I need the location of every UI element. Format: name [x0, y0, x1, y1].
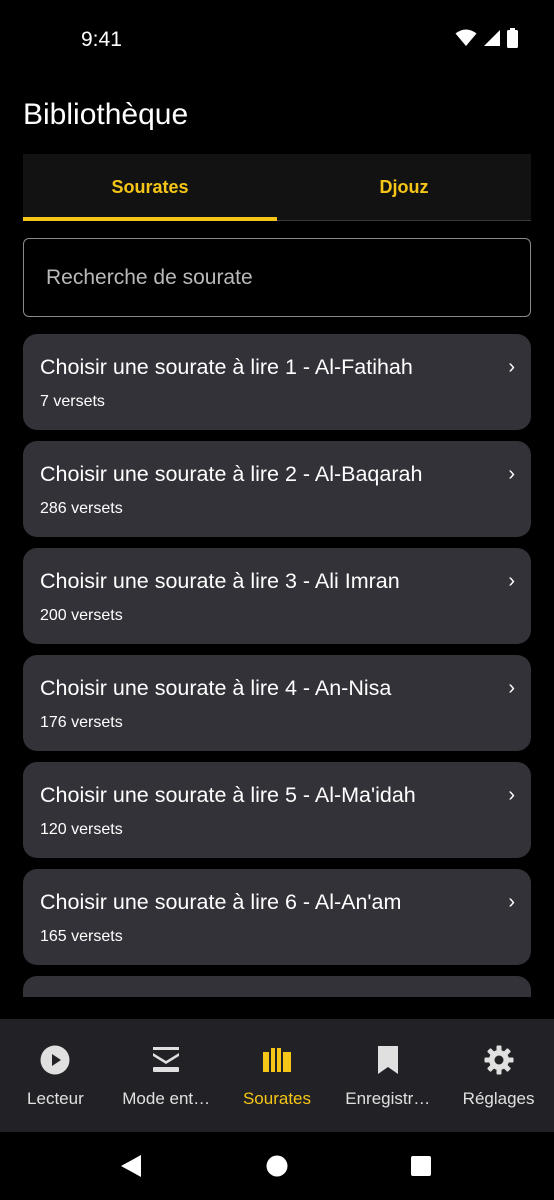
wifi-icon	[455, 29, 477, 46]
nav-label: Sourates	[242, 1089, 312, 1108]
surah-verses: 120 versets	[40, 821, 123, 838]
chevron-right-icon: ›	[508, 570, 515, 592]
chevron-right-icon: ›	[508, 356, 515, 378]
nav-label: Réglages	[462, 1089, 535, 1108]
library-icon	[261, 1044, 293, 1076]
nav-label: Mode ent…	[122, 1089, 211, 1108]
surah-title: Choisir une sourate à lire 3 - Ali Imran	[40, 569, 400, 593]
status-icons	[455, 28, 518, 48]
tab-sourates[interactable]: Sourates	[23, 154, 277, 221]
surah-card-6[interactable]: Choisir une sourate à lire 6 - Al-An'am …	[23, 869, 531, 965]
surah-card-1[interactable]: Choisir une sourate à lire 1 - Al-Fatiha…	[23, 334, 531, 430]
nav-item-lecteur[interactable]: Lecteur	[0, 1019, 111, 1132]
chevron-right-icon: ›	[508, 891, 515, 913]
tab-djouz-label: Djouz	[379, 176, 429, 197]
chevron-right-icon: ›	[508, 784, 515, 806]
search-input[interactable]	[24, 239, 530, 316]
surah-title: Choisir une sourate à lire 4 - An-Nisa	[40, 676, 392, 700]
bottom-nav: Lecteur Mode ent… Sourates Enregistr… Ré…	[0, 1019, 554, 1132]
surah-verses: 176 versets	[40, 714, 123, 731]
tab-bar: Sourates Djouz	[23, 154, 531, 221]
surah-list[interactable]: Choisir une sourate à lire 1 - Al-Fatiha…	[23, 334, 531, 997]
surah-title: Choisir une sourate à lire 6 - Al-An'am	[40, 890, 402, 914]
gear-icon	[483, 1044, 515, 1076]
nav-item-mode[interactable]: Mode ent…	[111, 1019, 222, 1132]
surah-verses: 286 versets	[40, 500, 123, 517]
surah-title: Choisir une sourate à lire 2 - Al-Baqara…	[40, 462, 423, 486]
surah-card-2[interactable]: Choisir une sourate à lire 2 - Al-Baqara…	[23, 441, 531, 537]
back-icon[interactable]	[120, 1154, 142, 1178]
tab-sourates-label: Sourates	[111, 176, 189, 197]
recents-icon[interactable]	[410, 1154, 432, 1178]
signal-icon	[484, 30, 500, 46]
surah-card-3[interactable]: Choisir une sourate à lire 3 - Ali Imran…	[23, 548, 531, 644]
bookmark-icon	[372, 1044, 404, 1076]
surah-title: Choisir une sourate à lire 5 - Al-Ma'ida…	[40, 783, 416, 807]
surah-title: Choisir une sourate à lire 1 - Al-Fatiha…	[40, 355, 413, 379]
surah-card-partial[interactable]	[23, 976, 531, 997]
surah-card-4[interactable]: Choisir une sourate à lire 4 - An-Nisa 1…	[23, 655, 531, 751]
search-box	[23, 238, 531, 317]
nav-label: Enregistr…	[345, 1089, 431, 1108]
layers-icon	[150, 1044, 182, 1076]
nav-label: Lecteur	[27, 1089, 84, 1108]
chevron-right-icon: ›	[508, 677, 515, 699]
home-icon[interactable]	[266, 1154, 288, 1178]
surah-verses: 200 versets	[40, 607, 123, 624]
chevron-right-icon: ›	[508, 463, 515, 485]
surah-card-5[interactable]: Choisir une sourate à lire 5 - Al-Ma'ida…	[23, 762, 531, 858]
play-circle-icon	[39, 1044, 71, 1076]
nav-item-sourates[interactable]: Sourates	[222, 1019, 333, 1132]
surah-verses: 7 versets	[40, 393, 105, 410]
nav-item-enregistrements[interactable]: Enregistr…	[332, 1019, 443, 1132]
status-time: 9:41	[81, 28, 122, 51]
battery-icon	[507, 28, 518, 48]
nav-item-reglages[interactable]: Réglages	[443, 1019, 554, 1132]
page-title: Bibliothèque	[23, 98, 189, 131]
system-nav-bar	[0, 1132, 554, 1200]
surah-verses: 165 versets	[40, 928, 123, 945]
status-bar: 9:41	[0, 0, 554, 80]
tab-djouz[interactable]: Djouz	[277, 154, 531, 220]
